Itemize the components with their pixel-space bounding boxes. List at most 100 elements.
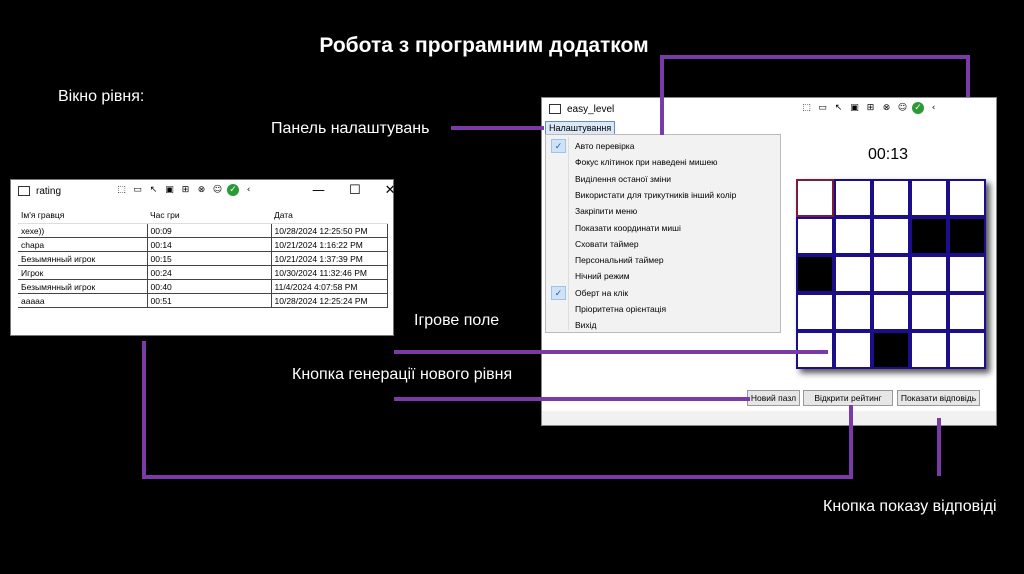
camera-icon[interactable]: ▭	[131, 184, 144, 196]
board-cell[interactable]	[834, 293, 872, 331]
menu-item[interactable]: ✓ Оберт на клік	[546, 285, 780, 301]
menu-connector-vertical	[660, 55, 664, 135]
layout-icon[interactable]: ⊞	[179, 184, 192, 196]
column-header-time[interactable]: Час гри	[147, 207, 271, 224]
menu-connector-horizontal	[660, 55, 970, 59]
board-cell[interactable]	[948, 217, 986, 255]
table-row[interactable]: Безымянный игрок 00:40 11/4/2024 4:07:58…	[18, 279, 388, 294]
table-row[interactable]: Безымянный игрок 00:15 10/21/2024 1:37:3…	[18, 251, 388, 266]
cell-name: Безымянный игрок	[18, 251, 148, 266]
cell-date: 10/21/2024 1:37:39 PM	[270, 251, 388, 266]
board-cell[interactable]	[834, 217, 872, 255]
window-icon	[549, 104, 561, 114]
board-cell[interactable]	[872, 293, 910, 331]
menu-item[interactable]: Фокус клітинок при наведені мишею	[546, 154, 780, 170]
new-puzzle-button[interactable]: Новий пазл	[747, 390, 800, 406]
check-icon[interactable]: ✓	[912, 102, 924, 114]
board-cell[interactable]	[872, 255, 910, 293]
close-button[interactable]: ✕	[385, 183, 396, 198]
board-cell[interactable]	[796, 217, 834, 255]
menu-item[interactable]: Показати координати миші	[546, 220, 780, 236]
menu-item[interactable]: Персональний таймер	[546, 252, 780, 268]
board-cell[interactable]	[910, 331, 948, 369]
pointer-icon[interactable]: ↖	[147, 184, 160, 196]
menu-item-label: Закріпити меню	[575, 206, 638, 217]
board-cell[interactable]	[872, 331, 910, 369]
collapse-arrow-icon[interactable]: ‹	[242, 184, 255, 196]
answer-connector-line	[937, 418, 941, 476]
menu-bar: Налаштування	[542, 120, 996, 135]
board-cell[interactable]	[948, 331, 986, 369]
menu-item[interactable]: Закріпити меню	[546, 203, 780, 219]
menu-item-label: Вихід	[575, 320, 597, 331]
menu-item-label: Нічний режим	[575, 271, 630, 282]
menu-item[interactable]: Використати для трикутників інший колір	[546, 187, 780, 203]
frame-icon[interactable]: ▣	[848, 102, 861, 114]
collapse-arrow-icon[interactable]: ‹	[927, 102, 940, 114]
rating-connector-vertical	[142, 341, 146, 478]
minimize-button[interactable]: —	[312, 183, 325, 198]
rating-titlebar: rating ⬚ ▭ ↖ ▣ ⊞ ⊗ ☺ ✓ ‹ — ☐ ✕	[11, 180, 396, 202]
table-row[interactable]: chapa 00:14 10/21/2024 1:16:22 PM	[18, 237, 388, 252]
cell-date: 10/21/2024 1:16:22 PM	[270, 237, 388, 252]
debug-toolbar: ⬚ ▭ ↖ ▣ ⊞ ⊗ ☺ ✓ ‹	[800, 102, 940, 114]
new-level-connector-line	[394, 397, 750, 401]
check-icon[interactable]: ✓	[227, 184, 239, 196]
board-cell[interactable]	[834, 255, 872, 293]
board-cell[interactable]	[796, 293, 834, 331]
menu-item[interactable]: ✓ Авто перевірка	[546, 138, 780, 154]
board-cell[interactable]	[948, 179, 986, 217]
table-row[interactable]: Игрок 00:24 10/30/2024 11:32:46 PM	[18, 265, 388, 280]
table-row[interactable]: ааааа 00:51 10/28/2024 12:25:24 PM	[18, 293, 388, 308]
board-cell[interactable]	[910, 255, 948, 293]
board-cell[interactable]	[910, 179, 948, 217]
rating-connector-horizontal	[142, 475, 853, 479]
accessibility-icon[interactable]: ☺	[896, 102, 909, 114]
cell-time: 00:09	[146, 223, 272, 238]
settings-panel-caption: Панель налаштувань	[271, 120, 430, 137]
cell-time: 00:40	[146, 279, 272, 294]
column-header-name[interactable]: Ім'я гравця	[18, 207, 147, 224]
menu-item[interactable]: Нічний режим	[546, 268, 780, 284]
board-cell[interactable]	[872, 217, 910, 255]
menu-item[interactable]: Вихід	[546, 317, 780, 333]
show-answer-button[interactable]: Показати відповідь	[897, 390, 980, 406]
layout-icon[interactable]: ⊞	[864, 102, 877, 114]
board-cell[interactable]	[834, 179, 872, 217]
window-icon	[18, 186, 30, 196]
camera-icon[interactable]: ▭	[816, 102, 829, 114]
binding-icon[interactable]: ⊗	[880, 102, 893, 114]
board-cell[interactable]	[948, 293, 986, 331]
cell-name: chapa	[18, 237, 148, 252]
board-cell[interactable]	[796, 179, 834, 217]
board-cell[interactable]	[872, 179, 910, 217]
pointer-icon[interactable]: ↖	[832, 102, 845, 114]
select-element-icon[interactable]: ⬚	[800, 102, 813, 114]
menu-item[interactable]: Пріоритетна орієнтація	[546, 301, 780, 317]
board-cell[interactable]	[948, 255, 986, 293]
menu-item-label: Виділення останої зміни	[575, 173, 672, 184]
board-cell[interactable]	[910, 217, 948, 255]
maximize-button[interactable]: ☐	[349, 183, 361, 198]
accessibility-icon[interactable]: ☺	[211, 184, 224, 196]
menu-item[interactable]: Сховати таймер	[546, 236, 780, 252]
binding-icon[interactable]: ⊗	[195, 184, 208, 196]
rating-connector-up	[849, 405, 853, 479]
column-header-date[interactable]: Дата	[271, 207, 388, 224]
open-rating-button[interactable]: Відкрити рейтинг	[803, 390, 893, 406]
cell-date: 11/4/2024 4:07:58 PM	[270, 279, 388, 294]
settings-menu[interactable]: Налаштування	[545, 121, 616, 135]
cell-date: 10/30/2024 11:32:46 PM	[270, 265, 388, 280]
timer: 00:13	[868, 146, 909, 163]
select-element-icon[interactable]: ⬚	[115, 184, 128, 196]
check-icon: ✓	[551, 139, 566, 153]
status-strip	[542, 411, 996, 425]
board-cell[interactable]	[796, 255, 834, 293]
board-cell[interactable]	[834, 331, 872, 369]
menu-item[interactable]: Виділення останої зміни	[546, 171, 780, 187]
table-row[interactable]: хехе)) 00:09 10/28/2024 12:25:50 PM	[18, 223, 388, 238]
menu-item-label: Авто перевірка	[575, 141, 635, 151]
frame-icon[interactable]: ▣	[163, 184, 176, 196]
cell-time: 00:24	[146, 265, 272, 280]
board-cell[interactable]	[910, 293, 948, 331]
